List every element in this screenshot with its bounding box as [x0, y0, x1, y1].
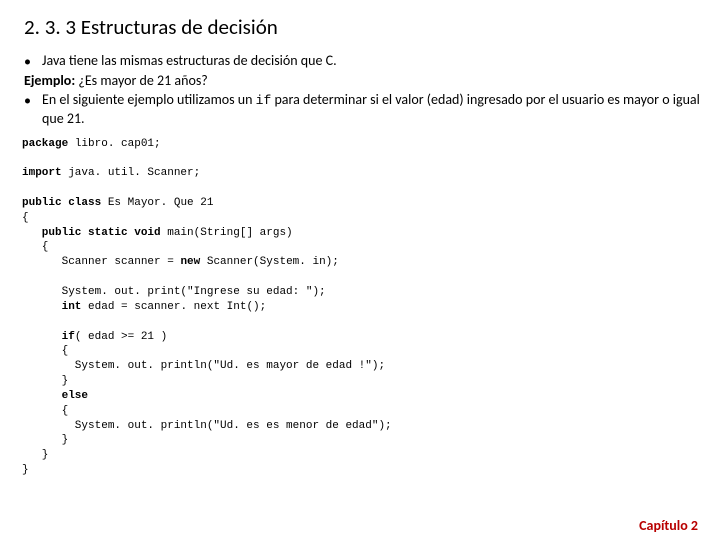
bullet-text-part: En el siguiente ejemplo utilizamos un [42, 91, 256, 108]
example-line: Ejemplo: ¿Es mayor de 21 años? [24, 72, 702, 91]
code-keyword: else [22, 390, 88, 402]
example-label: Ejemplo: [24, 72, 75, 89]
code-keyword: public class [22, 197, 108, 209]
code-text: { [22, 345, 68, 357]
code-text: { [22, 241, 48, 253]
footer-chapter: Capítulo 2 [639, 517, 698, 534]
body-text: • Java tiene las mismas estructuras de d… [24, 52, 702, 129]
bullet-dot: • [24, 92, 42, 129]
code-text: System. out. print("Ingrese su edad: "); [22, 286, 326, 298]
code-text: libro. cap01; [68, 138, 160, 150]
code-text: } [22, 449, 48, 461]
bullet-text: Java tiene las mismas estructuras de dec… [42, 52, 702, 72]
code-text: main(String[] args) [167, 227, 292, 239]
bullet-item: • Java tiene las mismas estructuras de d… [24, 52, 702, 72]
code-text: System. out. println("Ud. es mayor de ed… [22, 360, 385, 372]
code-text: Es Mayor. Que 21 [108, 197, 214, 209]
bullet-item: • En el siguiente ejemplo utilizamos un … [24, 91, 702, 129]
inline-code: if [256, 93, 272, 108]
code-text: System. out. println("Ud. es es menor de… [22, 420, 392, 432]
code-keyword: import [22, 167, 62, 179]
code-keyword: public static void [22, 227, 167, 239]
code-text: ( edad >= 21 ) [75, 331, 167, 343]
bullet-text: En el siguiente ejemplo utilizamos un if… [42, 91, 702, 129]
code-text: } [22, 375, 68, 387]
code-text: edad = scanner. next Int(); [81, 301, 266, 313]
code-text: Scanner(System. in); [200, 256, 339, 268]
code-text: } [22, 434, 68, 446]
example-text: ¿Es mayor de 21 años? [75, 72, 208, 89]
code-text: java. util. Scanner; [62, 167, 201, 179]
code-text: Scanner scanner = [22, 256, 180, 268]
code-text: { [22, 405, 68, 417]
code-keyword: int [22, 301, 81, 313]
code-text: { [22, 212, 29, 224]
code-block: package libro. cap01; import java. util.… [22, 137, 702, 478]
code-keyword: if [22, 331, 75, 343]
section-title: 2. 3. 3 Estructuras de decisión [24, 14, 702, 40]
code-keyword: package [22, 138, 68, 150]
code-text: } [22, 464, 29, 476]
bullet-dot: • [24, 53, 42, 72]
code-keyword: new [180, 256, 200, 268]
